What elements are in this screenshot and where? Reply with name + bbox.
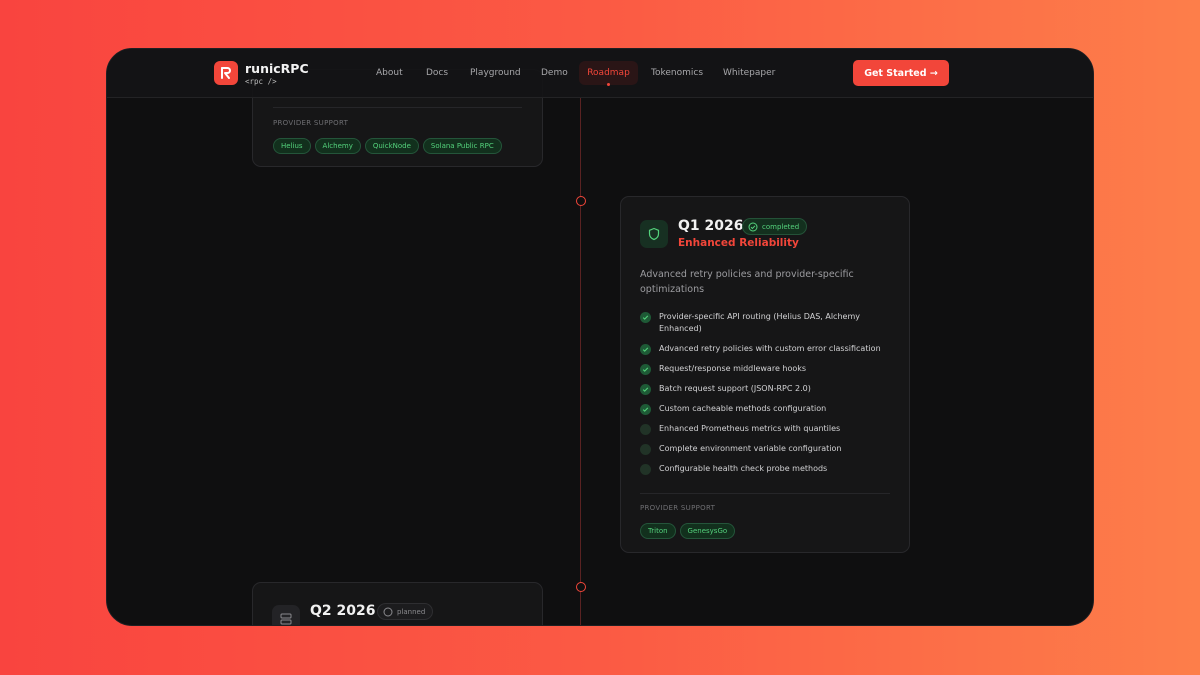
feature-text: Custom cacheable methods configuration <box>659 404 827 413</box>
check-circle-icon <box>748 222 758 231</box>
status-badge-label: planned <box>397 607 426 616</box>
shield-icon <box>640 220 668 248</box>
feature-item: Advanced retry policies with custom erro… <box>640 343 895 355</box>
feature-item: Configurable health check probe methods <box>640 463 895 475</box>
provider-tags: Triton GenesysGo <box>640 518 739 539</box>
check-icon <box>640 344 651 355</box>
feature-item: Complete environment variable configurat… <box>640 443 895 455</box>
feature-item: Provider-specific API routing (Helius DA… <box>640 311 895 335</box>
nav-link-playground[interactable]: Playground <box>470 68 521 78</box>
nav-link-docs[interactable]: Docs <box>426 68 448 78</box>
circle-icon <box>383 607 393 616</box>
feature-text: Enhanced Prometheus metrics with quantil… <box>659 424 841 433</box>
nav-link-demo[interactable]: Demo <box>541 68 568 78</box>
provider-tag: Triton <box>640 523 676 539</box>
provider-tag: Solana Public RPC <box>422 138 502 154</box>
nav-link-about[interactable]: About <box>376 68 403 78</box>
nav-link-whitepaper[interactable]: Whitepaper <box>723 68 775 78</box>
get-started-button[interactable]: Get Started → <box>853 60 949 86</box>
logo-icon[interactable] <box>214 61 238 85</box>
provider-tag: Helius <box>273 138 311 154</box>
nav-link-tokenomics[interactable]: Tokenomics <box>651 68 703 78</box>
check-icon <box>640 364 651 375</box>
card-description: Advanced retry policies and provider-spe… <box>640 269 854 295</box>
status-badge: planned <box>377 603 434 620</box>
top-nav: runicRPC <rpc /> About Docs Playground D… <box>107 49 1093 98</box>
status-badge: completed <box>742 218 808 235</box>
card-title: Q2 2026 <box>310 603 376 619</box>
app-window: runicRPC <rpc /> About Docs Playground D… <box>106 48 1094 626</box>
check-icon <box>640 384 651 395</box>
feature-list: Provider-specific API routing (Helius DA… <box>640 311 895 483</box>
timeline-dot-q1 <box>576 196 586 206</box>
feature-text: Configurable health check probe methods <box>659 464 828 473</box>
roadmap-card-q1-2026: Q1 2026 completed Enhanced Reliability A… <box>620 196 910 553</box>
brand-name[interactable]: runicRPC <box>245 61 309 76</box>
check-icon <box>640 312 651 323</box>
check-icon <box>640 404 651 415</box>
provider-tag: GenesysGo <box>679 523 736 539</box>
card-divider <box>640 493 890 494</box>
provider-support-label: PROVIDER SUPPORT <box>273 119 349 127</box>
card-divider <box>273 107 522 108</box>
timeline-dot-q2 <box>576 582 586 592</box>
provider-tag: QuickNode <box>364 138 419 154</box>
feature-text: Provider-specific API routing (Helius DA… <box>659 312 860 333</box>
nav-link-roadmap-label: Roadmap <box>587 68 630 78</box>
status-badge-label: completed <box>762 222 800 231</box>
feature-item: Custom cacheable methods configuration <box>640 403 895 415</box>
card-subtitle: Enhanced Reliability <box>678 237 799 249</box>
feature-text: Advanced retry policies with custom erro… <box>659 344 881 353</box>
provider-tags: Helius Alchemy QuickNode Solana Public RPC <box>273 133 506 154</box>
feature-item: Request/response middleware hooks <box>640 363 895 375</box>
server-icon <box>272 605 300 625</box>
feature-text: Complete environment variable configurat… <box>659 444 842 453</box>
timeline-line <box>580 98 581 625</box>
feature-item: Batch request support (JSON-RPC 2.0) <box>640 383 895 395</box>
active-indicator <box>607 83 610 86</box>
brand-tagline: <rpc /> <box>245 77 277 86</box>
feature-text: Batch request support (JSON-RPC 2.0) <box>659 384 811 393</box>
feature-text: Request/response middleware hooks <box>659 364 807 373</box>
pending-dot-icon <box>640 424 651 435</box>
provider-support-label: PROVIDER SUPPORT <box>640 504 716 512</box>
feature-item: Enhanced Prometheus metrics with quantil… <box>640 423 895 435</box>
pending-dot-icon <box>640 464 651 475</box>
roadmap-card-q2-2026: Q2 2026 planned <box>252 582 543 625</box>
pending-dot-icon <box>640 444 651 455</box>
nav-link-roadmap[interactable]: Roadmap <box>579 61 638 86</box>
card-title: Q1 2026 <box>678 218 744 234</box>
provider-tag: Alchemy <box>314 138 361 154</box>
